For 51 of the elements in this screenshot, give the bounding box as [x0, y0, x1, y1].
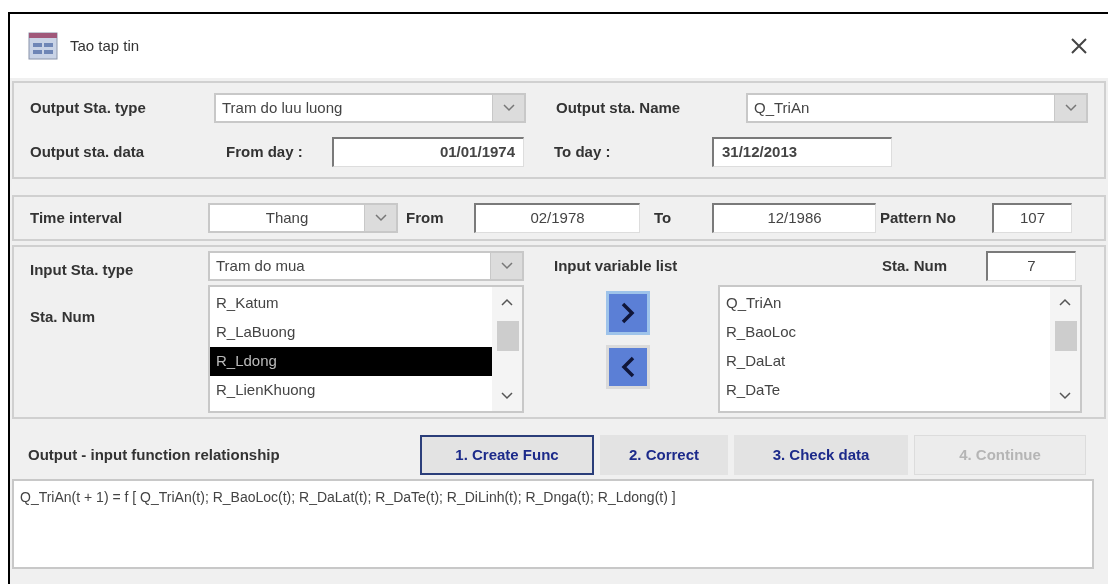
dropdown-caret-icon[interactable]	[1064, 104, 1077, 112]
field-label: Input Sta. type	[30, 260, 135, 280]
dropdown-caret-icon[interactable]	[374, 214, 387, 222]
field-label: To day :	[554, 141, 612, 162]
action-button[interactable]: 1. Create Func	[420, 435, 594, 475]
list-item[interactable]: R_LienKhuong	[210, 376, 492, 405]
dropdown[interactable]: Q_TriAn	[746, 93, 1088, 123]
field-label: Time interval	[30, 207, 124, 228]
dropdown[interactable]: Tram do luu luong	[214, 93, 526, 123]
close-icon[interactable]	[1070, 37, 1088, 55]
scrollbar[interactable]	[492, 287, 522, 411]
remove-button[interactable]	[606, 345, 650, 389]
list-item[interactable]: R_DaLat	[720, 347, 1050, 376]
list-item[interactable]: R_Katum	[210, 289, 492, 318]
field-label: Pattern No	[880, 207, 957, 228]
text-field[interactable]: 01/01/1974	[332, 137, 524, 167]
field-label: To	[654, 207, 673, 228]
field-label: Input variable list	[554, 255, 679, 276]
window-title: Tao tap tin	[70, 35, 140, 56]
dropdown[interactable]: Tram do mua	[208, 251, 524, 281]
text-field[interactable]: 31/12/2013	[712, 137, 892, 167]
list-item[interactable]: R_DaTe	[720, 376, 1050, 405]
field-label: Output sta. data	[30, 141, 146, 162]
text-field[interactable]: 7	[986, 251, 1076, 281]
field-label: Output sta. Name	[556, 97, 682, 118]
text-field[interactable]: 12/1986	[712, 203, 876, 233]
list-item[interactable]: Q_TriAn	[720, 289, 1050, 318]
list-item[interactable]: R_BaoLoc	[720, 318, 1050, 347]
action-button[interactable]: 2. Correct	[600, 435, 728, 475]
field-label: Sta. Num	[30, 306, 96, 327]
add-button[interactable]	[606, 291, 650, 335]
list-box[interactable]: R_Katum R_LaBuong R_Ldong R_LienKhuong	[208, 285, 524, 413]
text-field[interactable]: 02/1978	[474, 203, 640, 233]
list-item[interactable]: R_Ldong	[210, 347, 492, 376]
chevron-right-icon	[621, 302, 635, 324]
window-icon	[28, 32, 58, 60]
scrollbar[interactable]	[1050, 287, 1080, 411]
field-label: From day :	[226, 141, 304, 162]
list-item[interactable]: R_LaBuong	[210, 318, 492, 347]
chevron-left-icon	[621, 356, 635, 378]
dropdown-caret-icon[interactable]	[500, 262, 513, 270]
action-button[interactable]: 3. Check data	[734, 435, 908, 475]
field-label: From	[406, 207, 445, 228]
formula-text-area[interactable]: Q_TriAn(t + 1) = f [ Q_TriAn(t); R_BaoLoc(t); R_DaLat(t); R_DaTe(t); R_DiLinh(t); R_Dnga(t); R_Ldong(t) ]	[12, 479, 1094, 569]
dropdown-caret-icon[interactable]	[502, 104, 515, 112]
field-label: Output - input function relationship	[28, 444, 281, 465]
dropdown[interactable]: Thang	[208, 203, 398, 233]
text-field[interactable]: 107	[992, 203, 1072, 233]
field-label: Sta. Num	[882, 255, 948, 276]
field-label: Output Sta. type	[30, 97, 147, 118]
list-box[interactable]: Q_TriAn R_BaoLoc R_DaLat R_DaTe	[718, 285, 1082, 413]
